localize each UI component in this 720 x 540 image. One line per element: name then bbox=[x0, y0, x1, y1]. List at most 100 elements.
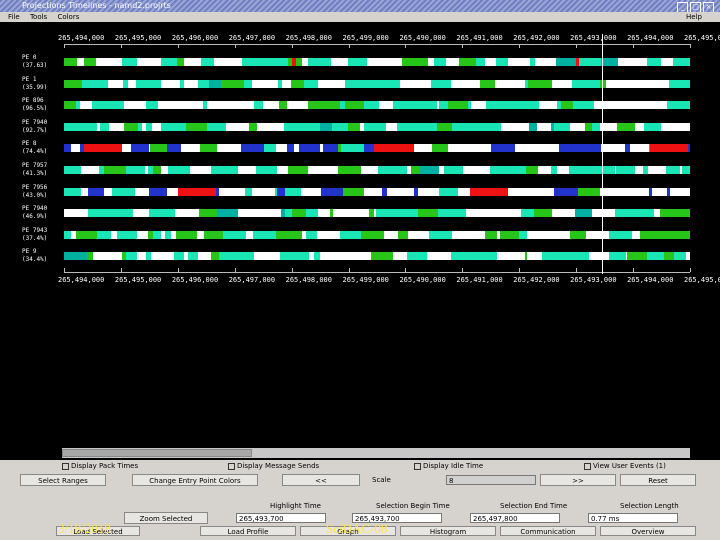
menu-help[interactable]: Help bbox=[686, 12, 702, 22]
timeline-segment[interactable] bbox=[551, 166, 557, 174]
timeline-segment[interactable] bbox=[609, 230, 628, 239]
timeline-segment[interactable] bbox=[378, 79, 400, 88]
timeline-segment[interactable] bbox=[322, 144, 338, 153]
timeline-segment[interactable] bbox=[363, 101, 379, 110]
timeline-segment[interactable] bbox=[392, 166, 407, 174]
timeline-segment[interactable] bbox=[395, 209, 402, 218]
timeline-segment[interactable] bbox=[666, 166, 681, 174]
display-idle-time-checkbox[interactable]: Display Idle Time bbox=[414, 462, 483, 470]
timeline-segment[interactable] bbox=[81, 79, 103, 88]
timeline-segment[interactable] bbox=[305, 209, 318, 218]
timeline-segment[interactable] bbox=[509, 101, 526, 110]
timeline-segment[interactable] bbox=[634, 209, 654, 218]
timeline-segment[interactable] bbox=[201, 58, 214, 66]
timeline-segment[interactable] bbox=[64, 187, 81, 196]
timeline-segment[interactable] bbox=[217, 209, 239, 218]
display-message-sends-checkbox[interactable]: Display Message Sends bbox=[228, 462, 319, 470]
timeline-segment[interactable] bbox=[468, 101, 472, 110]
timeline-segment[interactable] bbox=[152, 166, 161, 174]
timeline-segment[interactable] bbox=[648, 187, 653, 196]
timeline-segment[interactable] bbox=[490, 166, 505, 174]
timeline-segment[interactable] bbox=[601, 58, 619, 66]
timeline-segment[interactable] bbox=[234, 166, 239, 174]
timeline-segment[interactable] bbox=[451, 122, 468, 131]
load-profile-button[interactable]: Load Profile bbox=[200, 526, 296, 536]
timeline-segment[interactable] bbox=[284, 187, 302, 196]
timeline-segment[interactable] bbox=[626, 252, 648, 261]
prev-button[interactable]: << bbox=[282, 474, 360, 486]
timeline-segment[interactable] bbox=[528, 79, 552, 88]
timeline-segment[interactable] bbox=[577, 58, 592, 66]
timeline-segment[interactable] bbox=[320, 187, 344, 196]
timeline-segment[interactable] bbox=[584, 122, 592, 131]
timeline-segment[interactable] bbox=[166, 144, 182, 153]
timeline-segment[interactable] bbox=[125, 252, 138, 261]
timeline-segment[interactable] bbox=[458, 58, 476, 66]
timeline-segment[interactable] bbox=[347, 58, 357, 66]
timeline-segment[interactable] bbox=[86, 252, 93, 261]
timeline-segment[interactable] bbox=[484, 230, 498, 239]
timeline-segment[interactable] bbox=[96, 230, 112, 239]
display-pack-times-checkbox[interactable]: Display Pack Times bbox=[62, 462, 138, 470]
timeline-segment-red[interactable] bbox=[84, 144, 122, 153]
horizontal-scrollbar[interactable] bbox=[62, 448, 690, 458]
timeline-segment[interactable] bbox=[478, 122, 486, 131]
timeline-segment[interactable] bbox=[203, 230, 223, 239]
timeline-segment[interactable] bbox=[286, 144, 295, 153]
timeline-segment[interactable] bbox=[361, 230, 384, 239]
timeline-segment[interactable] bbox=[398, 230, 409, 239]
timeline-segment[interactable] bbox=[614, 209, 635, 218]
timeline-segment[interactable] bbox=[556, 58, 578, 66]
timeline-segment-red[interactable] bbox=[374, 144, 414, 153]
timeline-segment[interactable] bbox=[530, 58, 536, 66]
timeline-segment[interactable] bbox=[467, 122, 479, 131]
timeline-segment[interactable] bbox=[485, 101, 495, 110]
timeline-segment[interactable] bbox=[659, 209, 671, 218]
timeline-segment[interactable] bbox=[591, 166, 616, 174]
timeline-canvas[interactable]: 265,494,000 265,495,000 265,496,000 265,497… bbox=[18, 24, 720, 460]
timeline-segment[interactable] bbox=[442, 209, 467, 218]
timeline-segment[interactable] bbox=[450, 252, 468, 261]
timeline-segment[interactable] bbox=[222, 230, 246, 239]
pe-timeline-row[interactable] bbox=[64, 252, 690, 261]
timeline-segment[interactable] bbox=[683, 252, 687, 261]
timeline-segment[interactable] bbox=[343, 187, 364, 196]
timeline-segment[interactable] bbox=[414, 187, 418, 196]
timeline-segment[interactable] bbox=[377, 166, 393, 174]
timeline-segment[interactable] bbox=[341, 144, 365, 153]
timeline-segment[interactable] bbox=[541, 252, 550, 261]
timeline-segment[interactable] bbox=[240, 144, 265, 153]
menu-tools[interactable]: Tools bbox=[30, 13, 47, 21]
timeline-segment[interactable] bbox=[575, 209, 592, 218]
timeline-segment[interactable] bbox=[640, 230, 664, 239]
timeline-segment[interactable] bbox=[278, 79, 282, 88]
timeline-segment[interactable] bbox=[361, 79, 378, 88]
timeline-segment[interactable] bbox=[148, 209, 172, 218]
timeline-segment[interactable] bbox=[173, 252, 185, 261]
timeline-segment[interactable] bbox=[98, 187, 104, 196]
timeline-segment[interactable] bbox=[396, 122, 418, 131]
timeline-segment[interactable] bbox=[149, 187, 168, 196]
timeline-segment[interactable] bbox=[504, 166, 527, 174]
timeline-segment[interactable] bbox=[561, 101, 573, 110]
timeline-segment[interactable] bbox=[401, 58, 409, 66]
timeline-segment[interactable] bbox=[393, 101, 416, 110]
timeline-segment[interactable] bbox=[419, 166, 439, 174]
timeline-segment[interactable] bbox=[185, 122, 208, 131]
timeline-segment[interactable] bbox=[578, 144, 601, 153]
selection-length-field[interactable]: 0.77 ms bbox=[588, 513, 678, 523]
timeline-segment[interactable] bbox=[672, 58, 686, 66]
timeline-segment[interactable] bbox=[88, 209, 109, 218]
timeline-segment[interactable] bbox=[570, 230, 580, 239]
timeline-segment[interactable] bbox=[615, 166, 636, 174]
timeline-segment[interactable] bbox=[288, 166, 308, 174]
timeline-segment[interactable] bbox=[76, 101, 81, 110]
timeline-segment[interactable] bbox=[303, 252, 310, 261]
timeline-segment[interactable] bbox=[177, 58, 185, 66]
timeline-segment[interactable] bbox=[149, 79, 157, 88]
timeline-segment[interactable] bbox=[79, 122, 97, 131]
timeline-segment[interactable] bbox=[643, 166, 648, 174]
timeline-segment[interactable] bbox=[549, 252, 567, 261]
communication-button[interactable]: Communication bbox=[500, 526, 596, 536]
timeline-segment[interactable] bbox=[627, 230, 633, 239]
